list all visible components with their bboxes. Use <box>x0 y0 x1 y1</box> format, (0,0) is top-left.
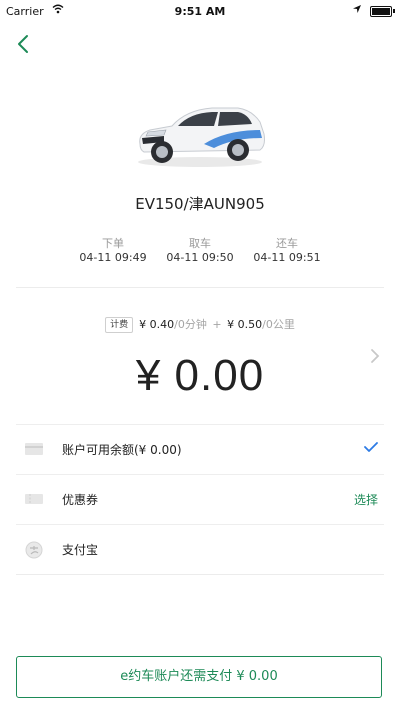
timeline-label: 下单 <box>102 237 124 250</box>
distance-unit: /0公里 <box>262 318 295 331</box>
battery-tip <box>393 9 395 13</box>
chevron-right-icon <box>371 349 380 363</box>
time-unit: /0分钟 <box>174 318 207 331</box>
payment-row-balance[interactable]: 账户可用余额(¥ 0.00) <box>16 424 384 475</box>
chevron-left-icon <box>18 35 28 53</box>
timeline-value: 04-11 09:49 <box>79 251 147 264</box>
timeline-pickup: 取车 04-11 09:50 <box>157 237 243 265</box>
status-bar: Carrier 9:51 AM <box>0 0 400 22</box>
car-image <box>134 100 268 172</box>
fee-detail-button[interactable] <box>368 347 382 365</box>
total-amount: ¥ 0.00 <box>135 351 265 400</box>
plus-sign: + <box>212 318 222 331</box>
car-model-plate: EV150/津AUN905 <box>135 195 265 213</box>
timeline-value: 04-11 09:51 <box>253 251 321 264</box>
back-button[interactable] <box>10 30 38 58</box>
divider <box>16 574 384 575</box>
pricing-line: 计费 ¥ 0.40/0分钟 + ¥ 0.50/0公里 <box>0 316 400 333</box>
payment-row-coupon[interactable]: 优惠券 选择 <box>16 474 384 525</box>
timeline-order: 下单 04-11 09:49 <box>70 237 156 265</box>
distance-price: ¥ 0.50 <box>227 318 263 331</box>
timeline-return: 还车 04-11 09:51 <box>244 237 330 265</box>
alipay-icon <box>24 541 44 559</box>
trip-timeline: 下单 04-11 09:49 取车 04-11 09:50 还车 04-11 0… <box>70 237 330 265</box>
timeline-label: 还车 <box>276 237 298 250</box>
payment-label: 账户可用余额(¥ 0.00) <box>62 443 182 457</box>
timeline-label: 取车 <box>189 237 211 250</box>
coupon-select-link[interactable]: 选择 <box>354 491 378 508</box>
card-icon <box>24 441 44 457</box>
status-time: 9:51 AM <box>174 5 226 18</box>
time-price: ¥ 0.40 <box>139 318 175 331</box>
location-icon <box>352 4 362 17</box>
battery-icon <box>370 6 392 17</box>
checkmark-icon <box>364 441 378 456</box>
timeline-value: 04-11 09:50 <box>166 251 234 264</box>
billing-tag: 计费 <box>105 317 134 333</box>
payment-label: 支付宝 <box>62 543 99 557</box>
coupon-icon <box>24 491 44 507</box>
payment-row-alipay[interactable]: 支付宝 <box>16 524 384 575</box>
payment-label: 优惠券 <box>62 493 99 507</box>
pay-button[interactable]: e约车账户还需支付 ¥ 0.00 <box>16 656 382 698</box>
divider <box>16 287 384 288</box>
